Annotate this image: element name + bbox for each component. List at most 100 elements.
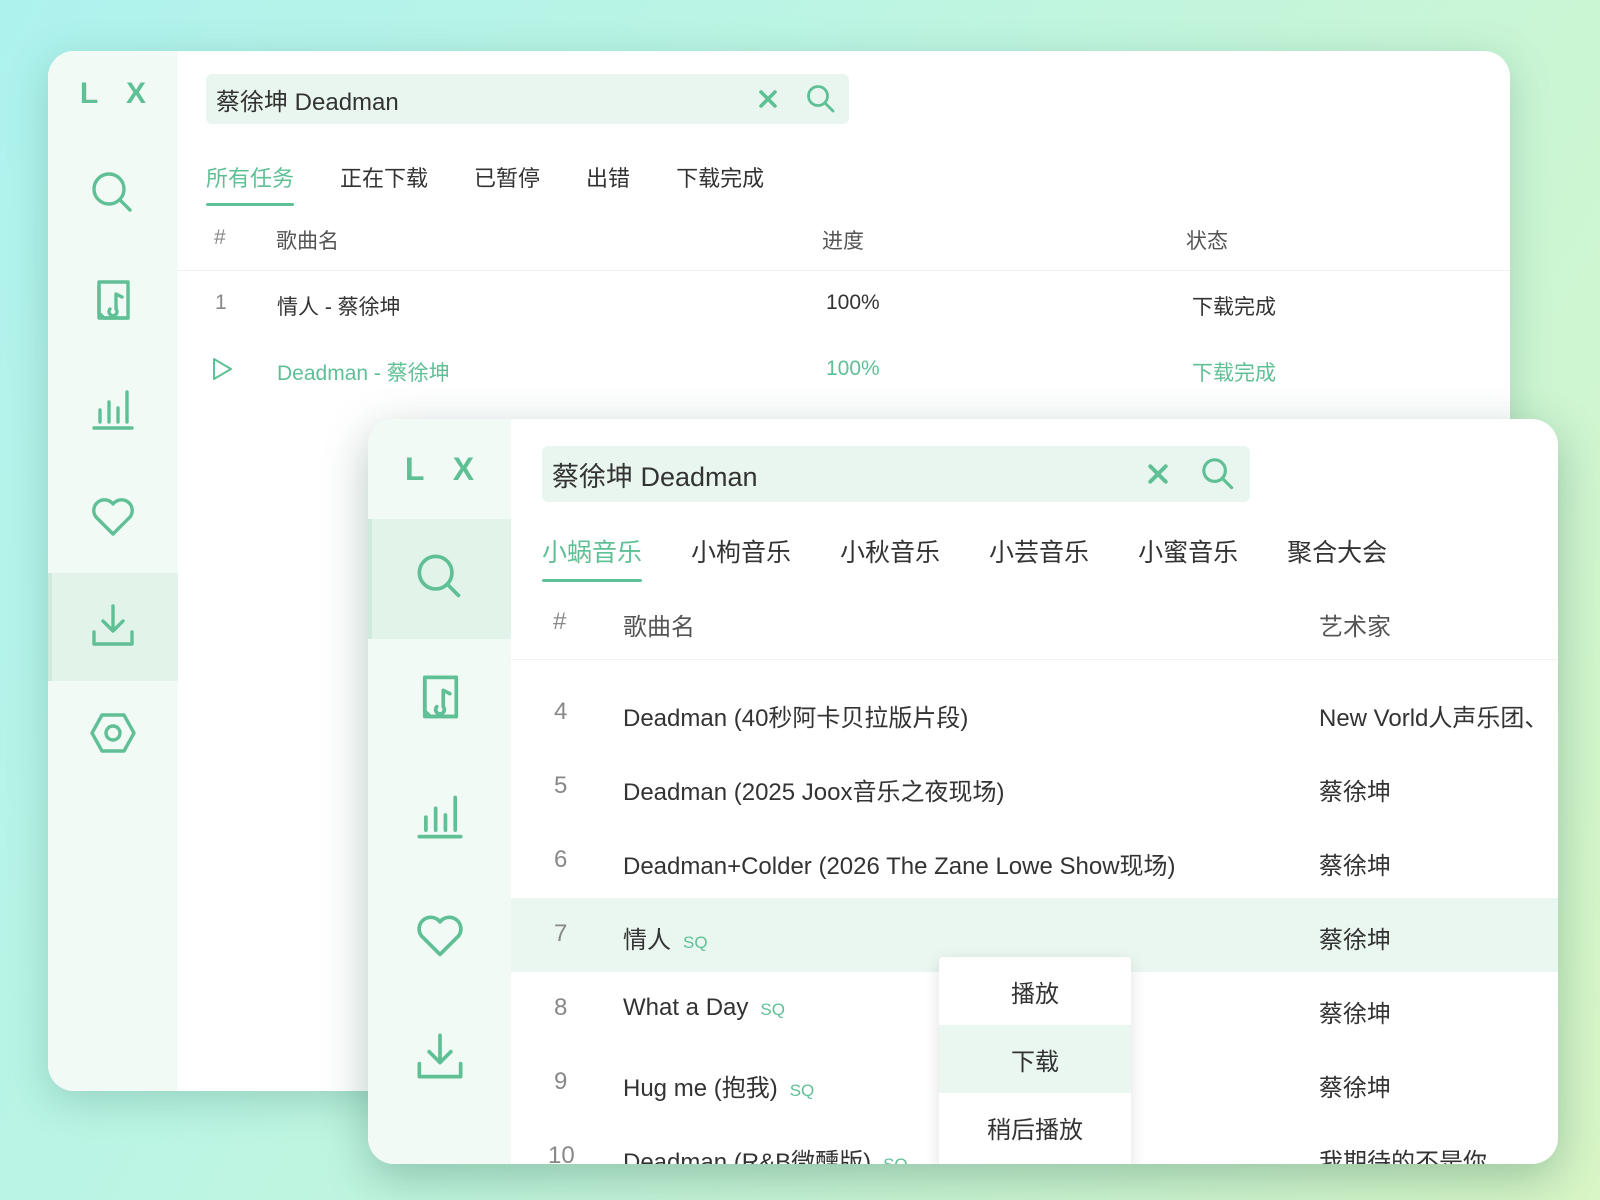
quality-badge: SQ [789, 1081, 815, 1100]
row-name: What a Day [623, 994, 749, 1021]
download-filter-tabs: 所有任务 正在下载 已暂停 出错 下载完成 [206, 161, 810, 206]
row-name-cell: What a Day SQ [623, 994, 785, 1022]
table-row[interactable]: 6 Deadman+Colder (2026 The Zane Lowe Sho… [511, 824, 1558, 898]
quality-badge: SQ [760, 1000, 785, 1019]
settings-hexagon-icon [90, 710, 136, 761]
sidebar: L X [368, 419, 511, 1164]
nav-search[interactable] [48, 151, 178, 239]
source-tabs: 小蜗音乐 小枸音乐 小秋音乐 小芸音乐 小蜜音乐 聚合大会 [542, 533, 1436, 582]
row-index: 5 [554, 772, 568, 799]
nav-leaderboard[interactable] [368, 773, 511, 863]
column-name: 歌曲名 [276, 230, 339, 253]
row-name-cell: 情人 SQ [623, 920, 708, 955]
search-results-window: L X 蔡徐坤 Deadman 小蜗音乐 小枸音乐 小秋音乐 小芸音乐 小蜜音乐… [368, 419, 1558, 1164]
sidebar: L X [48, 51, 178, 1091]
close-icon[interactable] [1130, 463, 1186, 485]
row-artist: 蔡徐坤 [1319, 779, 1391, 806]
row-index: 8 [554, 994, 568, 1021]
nav-search[interactable] [368, 519, 511, 639]
table-row[interactable]: 5 Deadman (2025 Joox音乐之夜现场) 蔡徐坤 [511, 750, 1558, 824]
row-progress: 100% [826, 291, 880, 314]
nav-settings[interactable] [48, 691, 178, 779]
search-bar: 蔡徐坤 Deadman [542, 446, 1250, 502]
nav-download[interactable] [48, 573, 178, 681]
nav-download[interactable] [368, 1013, 511, 1103]
row-name: 情人 [623, 927, 671, 954]
music-file-icon [90, 278, 136, 329]
menu-item-play-later[interactable]: 稍后播放 [939, 1093, 1131, 1161]
quality-badge: SQ [883, 1155, 908, 1164]
download-icon [90, 602, 136, 653]
row-index: 1 [215, 291, 227, 314]
row-name-cell: Deadman (R&B微醺版) SQ [623, 1142, 908, 1164]
search-input[interactable]: 蔡徐坤 Deadman [542, 455, 1130, 494]
close-icon[interactable] [743, 89, 793, 109]
column-name: 歌曲名 [623, 614, 695, 641]
row-progress: 100% [826, 357, 880, 380]
row-name: Hug me (抱我) [623, 1075, 778, 1102]
app-logo: L X [79, 77, 157, 110]
row-index: 10 [548, 1142, 575, 1164]
row-index: 4 [554, 698, 568, 725]
row-artist: New Vorld人声乐团、 [1319, 705, 1549, 732]
download-icon [415, 1031, 465, 1086]
tab-source-4[interactable]: 小芸音乐 [989, 533, 1089, 569]
row-name: Deadman (R&B微醺版) [623, 1149, 872, 1164]
app-logo: L X [404, 451, 485, 487]
column-progress: 进度 [822, 230, 864, 253]
row-index: 7 [554, 920, 568, 947]
column-status: 状态 [1186, 230, 1228, 253]
tab-all-tasks[interactable]: 所有任务 [206, 161, 295, 206]
row-name: Deadman (2025 Joox音乐之夜现场) [623, 779, 1005, 806]
search-icon[interactable] [793, 84, 849, 114]
search-icon [90, 170, 136, 221]
column-artist: 艺术家 [1319, 614, 1391, 641]
tab-error[interactable]: 出错 [586, 161, 630, 193]
row-artist: 蔡徐坤 [1319, 1075, 1391, 1102]
column-index: # [214, 226, 226, 249]
table-row[interactable]: 1 情人 - 蔡徐坤 100% 下载完成 [178, 271, 1510, 337]
tab-source-3[interactable]: 小秋音乐 [840, 533, 940, 569]
tab-aggregate[interactable]: 聚合大会 [1287, 533, 1387, 569]
chart-bars-icon [415, 791, 465, 846]
nav-favorites[interactable] [48, 475, 178, 563]
row-name: Deadman (40秒阿卡贝拉版片段) [623, 705, 969, 732]
nav-my-list[interactable] [368, 655, 511, 745]
tab-paused[interactable]: 已暂停 [474, 161, 540, 193]
tab-source-2[interactable]: 小枸音乐 [691, 533, 791, 569]
row-artist: 我期待的不是你 [1319, 1149, 1487, 1164]
table-header: # 歌曲名 艺术家 [511, 589, 1558, 660]
row-name-cell: Hug me (抱我) SQ [623, 1068, 814, 1103]
search-input[interactable]: 蔡徐坤 Deadman [206, 82, 743, 117]
menu-item-play[interactable]: 播放 [939, 957, 1131, 1025]
table-header: # 歌曲名 进度 状态 [178, 208, 1510, 271]
tab-downloading[interactable]: 正在下载 [340, 161, 428, 193]
nav-my-list[interactable] [48, 259, 178, 347]
chart-bars-icon [90, 386, 136, 437]
table-row[interactable]: Deadman - 蔡徐坤 100% 下载完成 [178, 337, 1510, 403]
column-index: # [553, 608, 567, 635]
row-artist: 蔡徐坤 [1319, 853, 1391, 880]
heart-icon [90, 494, 136, 545]
play-icon [210, 357, 234, 387]
music-file-icon [415, 673, 465, 728]
row-artist: 蔡徐坤 [1319, 1001, 1391, 1028]
search-icon [415, 552, 465, 607]
menu-item-download[interactable]: 下载 [939, 1025, 1131, 1093]
tab-source-5[interactable]: 小蜜音乐 [1138, 533, 1238, 569]
row-artist: 蔡徐坤 [1319, 927, 1391, 954]
row-status: 下载完成 [1192, 296, 1276, 319]
search-icon[interactable] [1186, 457, 1250, 491]
row-index: 6 [554, 846, 568, 873]
search-bar: 蔡徐坤 Deadman [206, 74, 849, 124]
nav-favorites[interactable] [368, 893, 511, 983]
tab-source-1[interactable]: 小蜗音乐 [542, 533, 643, 582]
nav-leaderboard[interactable] [48, 367, 178, 455]
context-menu: 播放 下载 稍后播放 [939, 957, 1131, 1164]
table-row[interactable]: 4 Deadman (40秒阿卡贝拉版片段) New Vorld人声乐团、 [511, 676, 1558, 750]
heart-icon [415, 911, 465, 966]
quality-badge: SQ [683, 933, 708, 952]
row-name: Deadman - 蔡徐坤 [277, 362, 450, 385]
tab-completed[interactable]: 下载完成 [676, 161, 764, 193]
row-name: 情人 - 蔡徐坤 [277, 296, 401, 319]
